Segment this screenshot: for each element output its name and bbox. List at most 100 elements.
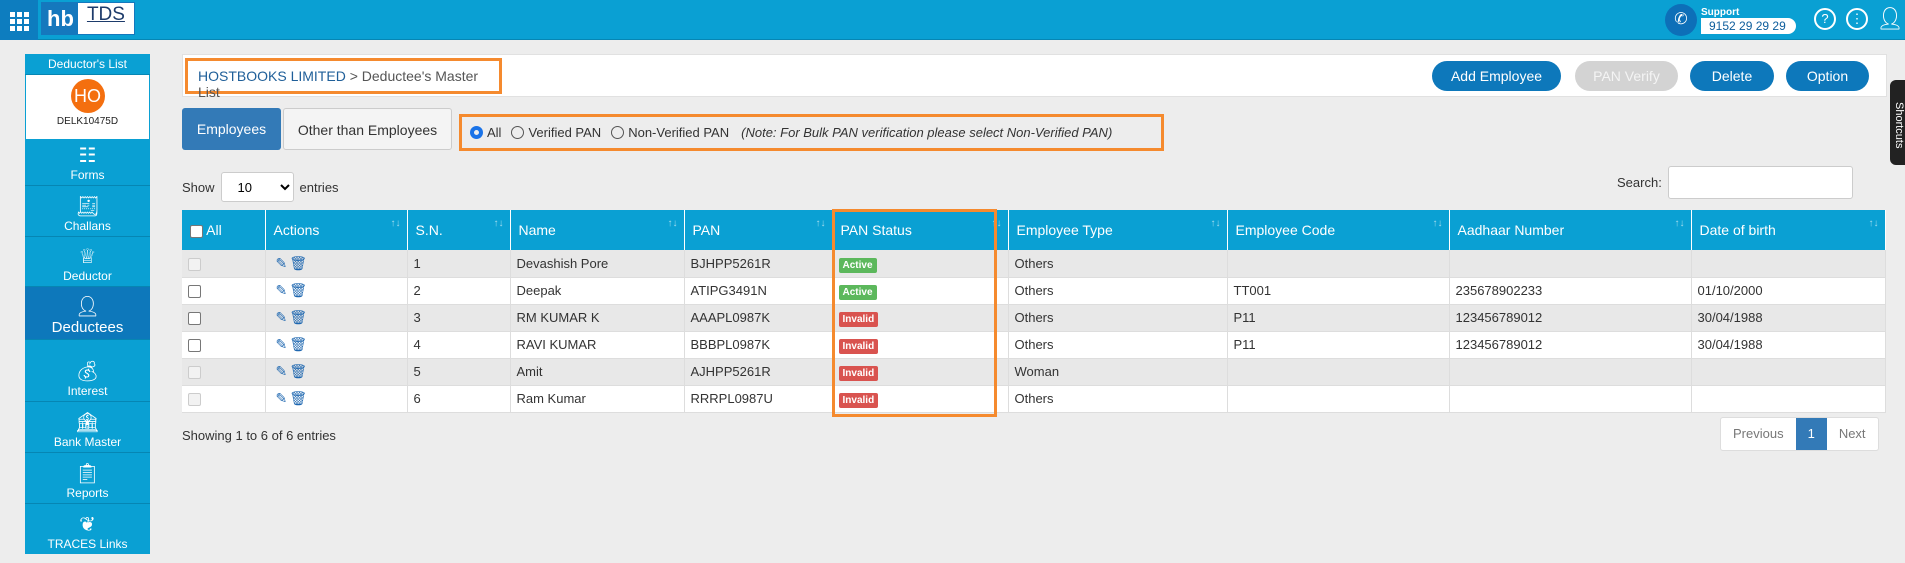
table-row: ✎ 🗑︎ 4 RAVI KUMAR BBBPL0987K Invalid Others P11… xyxy=(182,331,1886,359)
row-checkbox[interactable] xyxy=(188,257,201,271)
shortcuts-tab[interactable]: Shortcuts xyxy=(1890,80,1905,165)
employee-code-cell: P11 xyxy=(1227,304,1450,332)
sidebar-item-interest[interactable]: 💰︎ Interest xyxy=(25,340,150,402)
tab-employees[interactable]: Employees xyxy=(182,108,281,150)
radio-non-verified-label[interactable]: Non-Verified PAN xyxy=(628,125,729,140)
row-checkbox[interactable] xyxy=(188,393,201,407)
support-contact[interactable]: ✆ Support 9152 29 29 29 xyxy=(1665,4,1796,36)
pan-cell: BBBPL0987K xyxy=(684,331,833,359)
radio-all[interactable] xyxy=(470,126,483,139)
filter-note: (Note: For Bulk PAN verification please … xyxy=(741,125,1112,140)
user-icon[interactable]: 👤︎ xyxy=(1876,6,1904,32)
sort-icon[interactable]: ↑↓ xyxy=(1869,218,1879,229)
previous-button[interactable]: Previous xyxy=(1721,418,1796,450)
column-header[interactable]: PAN Status ↑↓ xyxy=(832,210,1009,250)
more-icon[interactable]: ⋮ xyxy=(1846,8,1868,30)
column-header[interactable]: Aadhaar Number ↑↓ xyxy=(1449,210,1692,250)
sort-icon[interactable]: ↑↓ xyxy=(816,218,826,229)
radio-all-label[interactable]: All xyxy=(487,125,501,140)
select-all-checkbox[interactable] xyxy=(190,224,203,238)
logo-hb: hb xyxy=(47,5,74,31)
sidebar-item-challans[interactable]: 🧾︎ Challans xyxy=(25,186,150,237)
column-header[interactable]: Actions ↑↓ xyxy=(265,210,408,250)
support-label: Support xyxy=(1701,6,1740,18)
row-checkbox[interactable] xyxy=(188,339,201,353)
deductors-list-link[interactable]: Deductor's List xyxy=(25,54,150,75)
option-button[interactable]: Option xyxy=(1786,61,1869,91)
sidebar: Deductor's List HO DELK10475D ☷ Forms 🧾︎ C… xyxy=(25,54,150,554)
dob-cell xyxy=(1691,358,1886,386)
column-header[interactable]: Employee Code ↑↓ xyxy=(1227,210,1450,250)
dob-cell xyxy=(1691,385,1886,413)
row-checkbox[interactable] xyxy=(188,312,201,326)
logo[interactable]: hb TDS xyxy=(41,2,135,35)
edit-icon[interactable]: ✎ xyxy=(276,309,288,325)
top-bar xyxy=(0,0,1905,40)
breadcrumb-separator: > xyxy=(349,68,358,84)
edit-icon[interactable]: ✎ xyxy=(276,390,288,406)
trash-icon[interactable]: 🗑︎ xyxy=(289,363,307,379)
phone-icon: ✆ xyxy=(1665,4,1697,36)
tab-other-than-employees[interactable]: Other than Employees xyxy=(283,108,452,150)
deductor-card[interactable]: HO DELK10475D xyxy=(26,75,149,139)
column-header[interactable]: Employee Type ↑↓ xyxy=(1008,210,1228,250)
sort-icon[interactable]: ↑↓ xyxy=(668,218,678,229)
header-label: Employee Type xyxy=(1016,222,1113,238)
aadhaar-cell xyxy=(1449,250,1692,278)
sort-icon[interactable]: ↑↓ xyxy=(1675,218,1685,229)
column-header[interactable]: S.N. ↑↓ xyxy=(407,210,511,250)
delete-button[interactable]: Delete xyxy=(1690,61,1774,91)
sort-icon[interactable]: ↑↓ xyxy=(494,218,504,229)
pagination: Previous 1 Next xyxy=(1720,417,1879,451)
next-button[interactable]: Next xyxy=(1827,418,1878,450)
pan-verify-button[interactable]: PAN Verify xyxy=(1575,61,1678,91)
sidebar-item-deductor[interactable]: ♕ Deductor xyxy=(25,237,150,287)
column-header[interactable]: Date of birth ↑↓ xyxy=(1691,210,1886,250)
radio-verified-label[interactable]: Verified PAN xyxy=(528,125,601,140)
column-header[interactable]: Name ↑↓ xyxy=(510,210,685,250)
sidebar-item-reports[interactable]: 📋︎ Reports xyxy=(25,453,150,504)
header-label: Employee Code xyxy=(1235,222,1336,238)
column-header[interactable]: All xyxy=(182,210,266,250)
add-employee-button[interactable]: Add Employee xyxy=(1432,61,1561,91)
apps-grid-icon[interactable] xyxy=(0,0,38,40)
pan-status-cell: Active xyxy=(832,250,1009,278)
sort-icon[interactable]: ↑↓ xyxy=(1433,218,1443,229)
sidebar-item-traces-links[interactable]: ❦ TRACES Links xyxy=(25,504,150,554)
sidebar-item-deductees[interactable]: 👤︎ Deductees xyxy=(25,287,150,340)
edit-icon[interactable]: ✎ xyxy=(276,282,288,298)
entries-select[interactable]: 10 xyxy=(220,172,294,202)
column-header[interactable]: PAN ↑↓ xyxy=(684,210,833,250)
trash-icon[interactable]: 🗑︎ xyxy=(289,282,307,298)
edit-icon[interactable]: ✎ xyxy=(276,336,288,352)
radio-verified-pan[interactable] xyxy=(511,126,525,139)
name-cell: RAVI KUMAR xyxy=(510,331,685,359)
page-1-button[interactable]: 1 xyxy=(1795,418,1827,450)
sort-icon[interactable]: ↑↓ xyxy=(992,218,1002,229)
search-input[interactable] xyxy=(1667,166,1853,199)
actions-cell: ✎ 🗑︎ xyxy=(265,304,408,332)
trash-icon[interactable]: 🗑︎ xyxy=(289,336,307,352)
trash-icon[interactable]: 🗑︎ xyxy=(289,309,307,325)
help-icon[interactable]: ? xyxy=(1814,8,1836,30)
row-checkbox[interactable] xyxy=(188,285,201,299)
select-cell xyxy=(182,250,266,278)
actions-cell: ✎ 🗑︎ xyxy=(265,385,408,413)
sidebar-item-bank-master[interactable]: 🏦︎ Bank Master xyxy=(25,402,150,453)
sort-icon[interactable]: ↑↓ xyxy=(391,218,401,229)
avatar: HO xyxy=(70,79,105,113)
support-phone: 9152 29 29 29 xyxy=(1701,17,1796,34)
table-row: ✎ 🗑︎ 3 RM KUMAR K AAAPL0987K Invalid Others P11… xyxy=(182,304,1886,332)
sn-cell: 1 xyxy=(407,250,511,278)
row-checkbox[interactable] xyxy=(188,366,201,380)
trash-icon[interactable]: 🗑︎ xyxy=(289,390,307,406)
breadcrumb-company[interactable]: HOSTBOOKS LIMITED xyxy=(198,68,346,84)
trash-icon[interactable]: 🗑︎ xyxy=(289,255,307,271)
sidebar-item-forms[interactable]: ☷ Forms xyxy=(25,139,150,186)
select-cell xyxy=(182,331,266,359)
edit-icon[interactable]: ✎ xyxy=(276,363,288,379)
sort-icon[interactable]: ↑↓ xyxy=(1211,218,1221,229)
edit-icon[interactable]: ✎ xyxy=(276,255,288,271)
table-info: Showing 1 to 6 of 6 entries xyxy=(182,428,336,443)
radio-non-verified-pan[interactable] xyxy=(611,126,625,139)
